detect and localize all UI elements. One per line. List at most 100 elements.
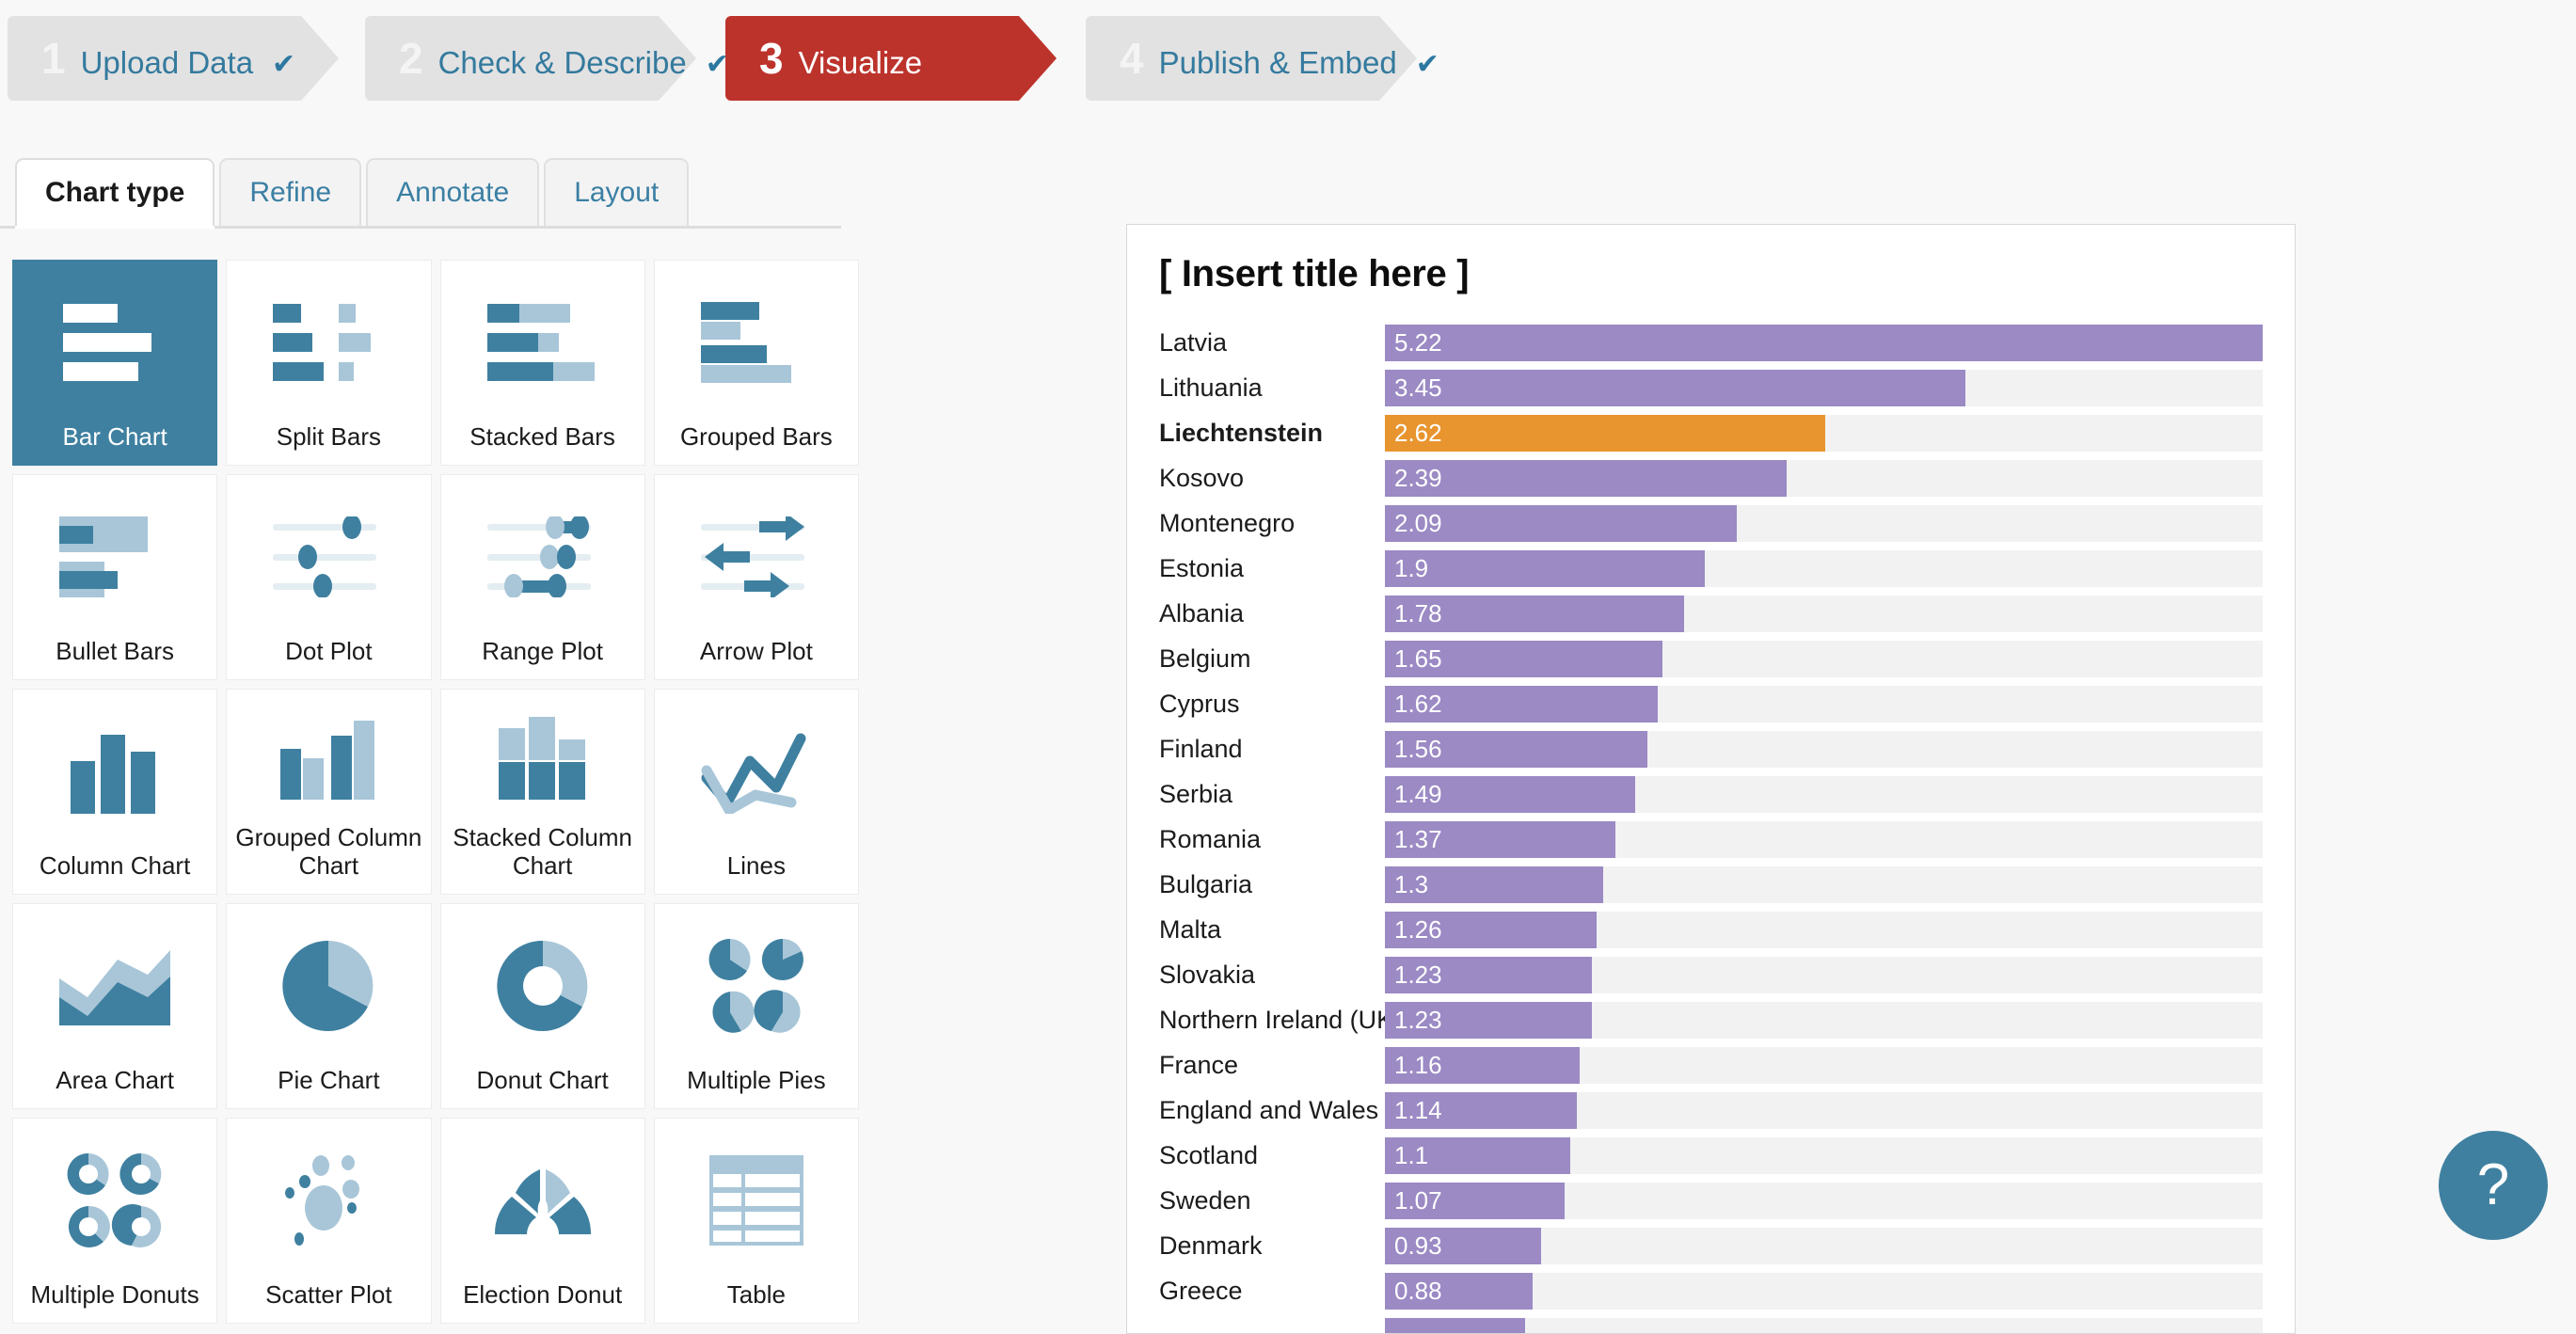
tab-refine[interactable]: Refine	[219, 158, 361, 226]
bar-fill	[1385, 1318, 1525, 1334]
bar-track: 1.3	[1385, 866, 2263, 903]
bar-row[interactable]: Cyprus1.62	[1159, 681, 2263, 726]
election-donut-icon	[441, 1119, 644, 1281]
chart-type-row: Bar Chart Split BarsStacked BarsGrouped B…	[12, 260, 859, 466]
chart-type-multiple-pies[interactable]: Multiple Pies	[654, 903, 859, 1109]
bar-row-truncated[interactable]	[1159, 1313, 2263, 1334]
bar-fill: 1.49	[1385, 776, 1635, 813]
chart-type-grouped-bars[interactable]: Grouped Bars	[654, 260, 859, 466]
chart-type-stacked-bars[interactable]: Stacked Bars	[440, 260, 645, 466]
chart-type-multiple-donuts[interactable]: Multiple Donuts	[12, 1118, 217, 1324]
bar-row[interactable]: France1.16	[1159, 1042, 2263, 1088]
bar-row[interactable]: Kosovo2.39	[1159, 455, 2263, 500]
chart-type-label: Area Chart	[50, 1067, 180, 1095]
bar-row[interactable]: Finland1.56	[1159, 726, 2263, 771]
bar-value-label: 2.39	[1385, 464, 1442, 493]
bar-row[interactable]: Malta1.26	[1159, 907, 2263, 952]
bar-category-label: Northern Ireland (UK)	[1159, 997, 1385, 1042]
bar-row[interactable]: Greece0.88	[1159, 1268, 2263, 1313]
chart-type-grouped-column-chart[interactable]: Grouped Column Chart	[226, 689, 431, 895]
workflow-step-2[interactable]: 2Check & Describe✔	[365, 16, 696, 101]
bar-track: 1.26	[1385, 912, 2263, 948]
bar-value-label: 1.26	[1385, 915, 1442, 945]
help-button[interactable]: ?	[2439, 1131, 2548, 1240]
check-icon: ✔	[1416, 48, 1439, 81]
workflow-step-3[interactable]: 3Visualize	[725, 16, 1057, 101]
chart-type-dot-plot[interactable]: Dot Plot	[226, 474, 431, 680]
chart-type-label: Dot Plot	[279, 638, 378, 666]
bar-category-label: Estonia	[1159, 546, 1385, 591]
bar-row[interactable]: Belgium1.65	[1159, 636, 2263, 681]
bar-row[interactable]: Bulgaria1.3	[1159, 862, 2263, 907]
bar-track: 1.23	[1385, 1002, 2263, 1039]
workflow-step-1[interactable]: 1Upload Data✔	[8, 16, 339, 101]
bar-track: 3.45	[1385, 370, 2263, 406]
chart-type-column-chart[interactable]: Column Chart	[12, 689, 217, 895]
bar-row[interactable]: Denmark0.93	[1159, 1223, 2263, 1268]
chart-type-row: Bullet Bars Dot Plot Range PlotArrow Plot	[12, 474, 859, 680]
bar-track: 1.16	[1385, 1047, 2263, 1084]
lines-icon	[655, 690, 858, 852]
chart-type-bar-chart[interactable]: Bar Chart	[12, 260, 217, 466]
bar-row[interactable]: Montenegro2.09	[1159, 500, 2263, 546]
chart-type-lines[interactable]: Lines	[654, 689, 859, 895]
stacked-column-chart-icon	[441, 690, 644, 824]
bar-row[interactable]: Scotland1.1	[1159, 1133, 2263, 1178]
bar-value-label: 1.1	[1385, 1141, 1428, 1170]
chart-type-label: Pie Chart	[272, 1067, 385, 1095]
chart-type-table[interactable]: Table	[654, 1118, 859, 1324]
bar-track: 5.22	[1385, 325, 2263, 361]
chart-type-scatter-plot[interactable]: Scatter Plot	[226, 1118, 431, 1324]
bar-row[interactable]: Lithuania3.45	[1159, 365, 2263, 410]
bar-category-label: Montenegro	[1159, 500, 1385, 546]
bar-fill: 1.14	[1385, 1092, 1577, 1129]
chart-type-split-bars[interactable]: Split Bars	[226, 260, 431, 466]
bar-row[interactable]: Sweden1.07	[1159, 1178, 2263, 1223]
chart-type-stacked-column-chart[interactable]: Stacked Column Chart	[440, 689, 645, 895]
chart-type-arrow-plot[interactable]: Arrow Plot	[654, 474, 859, 680]
bar-category-label: Liechtenstein	[1159, 410, 1385, 455]
bar-row[interactable]: Northern Ireland (UK)1.23	[1159, 997, 2263, 1042]
bar-row[interactable]: Liechtenstein2.62	[1159, 410, 2263, 455]
bar-fill: 1.9	[1385, 550, 1705, 587]
chart-type-range-plot[interactable]: Range Plot	[440, 474, 645, 680]
workflow-step-4[interactable]: 4Publish & Embed✔	[1086, 16, 1417, 101]
chart-type-label: Donut Chart	[471, 1067, 614, 1095]
tab-chart-type[interactable]: Chart type	[15, 158, 215, 226]
bar-category-label: Bulgaria	[1159, 862, 1385, 907]
scatter-plot-icon	[227, 1119, 430, 1281]
chart-type-election-donut[interactable]: Election Donut	[440, 1118, 645, 1324]
bar-track: 2.62	[1385, 415, 2263, 452]
bar-value-label: 2.09	[1385, 509, 1442, 538]
bar-fill: 1.26	[1385, 912, 1597, 948]
bar-fill: 2.09	[1385, 505, 1737, 542]
bar-value-label: 2.62	[1385, 419, 1442, 448]
donut-chart-icon	[441, 904, 644, 1067]
chart-type-label: Bar Chart	[56, 423, 172, 452]
grouped-column-chart-icon	[227, 690, 430, 824]
chart-type-donut-chart[interactable]: Donut Chart	[440, 903, 645, 1109]
chart-title[interactable]: [ Insert title here ]	[1159, 253, 2263, 295]
bar-row[interactable]: Estonia1.9	[1159, 546, 2263, 591]
chart-type-row: Multiple DonutsScatter Plot Election Donu…	[12, 1118, 859, 1324]
bar-row[interactable]: Latvia5.22	[1159, 320, 2263, 365]
step-number: 3	[759, 37, 784, 80]
chart-type-label: Election Donut	[457, 1281, 628, 1310]
chart-type-label: Table	[722, 1281, 791, 1310]
bar-row[interactable]: Slovakia1.23	[1159, 952, 2263, 997]
chart-type-area-chart[interactable]: Area Chart	[12, 903, 217, 1109]
bar-track: 1.65	[1385, 641, 2263, 677]
step-label: Upload Data	[81, 45, 253, 81]
bar-row[interactable]: Serbia1.49	[1159, 771, 2263, 817]
bar-track: 1.23	[1385, 957, 2263, 993]
chart-type-label: Bullet Bars	[50, 638, 180, 666]
tab-layout[interactable]: Layout	[544, 158, 689, 226]
tab-annotate[interactable]: Annotate	[366, 158, 539, 226]
chart-type-bullet-bars[interactable]: Bullet Bars	[12, 474, 217, 680]
chart-type-pie-chart[interactable]: Pie Chart	[226, 903, 431, 1109]
bar-row[interactable]: Romania1.37	[1159, 817, 2263, 862]
chart-preview-panel: [ Insert title here ] Latvia5.22Lithuani…	[1126, 224, 2296, 1334]
bar-row[interactable]: Albania1.78	[1159, 591, 2263, 636]
bar-fill: 1.62	[1385, 686, 1658, 723]
bar-row[interactable]: England and Wales1.14	[1159, 1088, 2263, 1133]
